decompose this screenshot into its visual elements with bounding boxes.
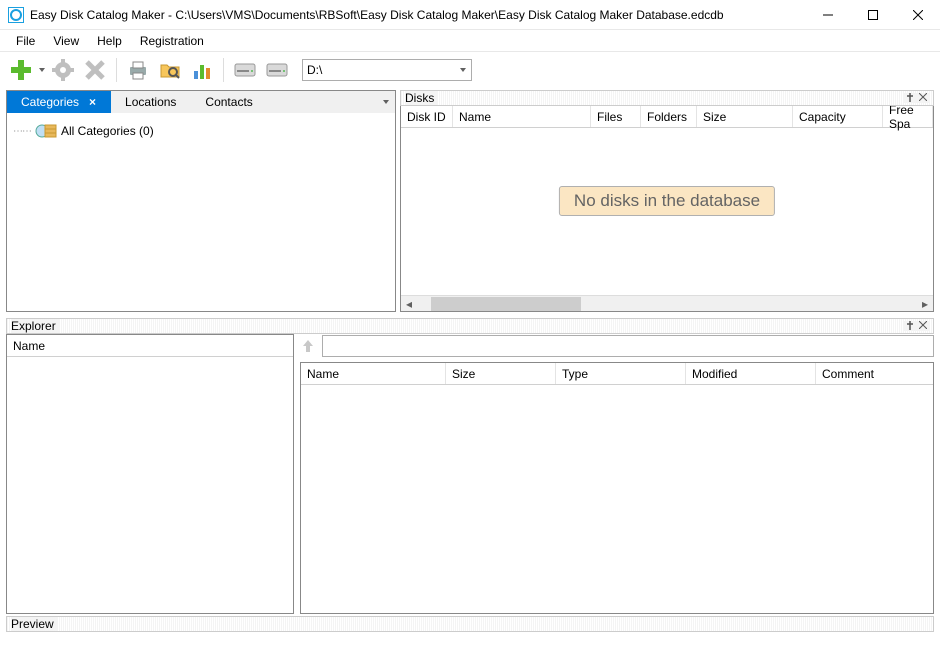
tab-contacts[interactable]: Contacts [191,91,267,113]
path-input[interactable] [322,335,934,357]
printer-icon [127,59,149,81]
no-disks-message: No disks in the database [559,186,775,216]
drive2-button[interactable] [262,55,292,85]
explorer-tree-columns: Name [7,335,293,357]
col-file-modified[interactable]: Modified [686,363,816,384]
bar-chart-icon [191,59,213,81]
arrow-up-icon [302,339,314,353]
tab-categories[interactable]: Categories × [7,91,111,113]
close-pane-icon[interactable] [919,93,927,103]
disks-hscrollbar[interactable]: ◂ ▸ [401,295,933,311]
plus-icon [9,58,33,82]
drive-select[interactable]: D:\ [302,59,472,81]
menu-registration[interactable]: Registration [132,32,212,50]
scroll-right-icon[interactable]: ▸ [917,296,933,312]
delete-button[interactable] [80,55,110,85]
window-title: Easy Disk Catalog Maker - C:\Users\VMS\D… [30,8,805,22]
x-icon [84,59,106,81]
settings-button[interactable] [48,55,78,85]
explorer-files-panel: Name Size Type Modified Comment [300,334,934,614]
drive1-button[interactable] [230,55,260,85]
explorer-tree[interactable] [7,357,293,613]
explorer-tree-panel: Name [6,334,294,614]
col-file-comment[interactable]: Comment [816,363,933,384]
tabstrip-overflow[interactable] [377,91,395,113]
menu-file[interactable]: File [8,32,43,50]
drive-icon [234,62,256,78]
stats-button[interactable] [187,55,217,85]
pin-icon[interactable] [905,93,915,103]
gear-icon [52,59,74,81]
explorer-title: Explorer [11,319,60,333]
disks-header: Disks [400,90,934,106]
tab-locations[interactable]: Locations [111,91,191,113]
col-file-name[interactable]: Name [301,363,446,384]
col-capacity[interactable]: Capacity [793,106,883,127]
separator [116,58,117,82]
disks-grid[interactable]: No disks in the database [401,128,933,295]
tree-root-label: All Categories (0) [61,124,154,138]
scroll-thumb[interactable] [431,297,581,311]
pin-icon[interactable] [905,321,915,331]
separator [223,58,224,82]
categories-panel: Categories × Locations Contacts ⋯⋯ All C… [6,90,396,312]
preview-header: Preview [6,616,934,632]
disks-columns: Disk ID Name Files Folders Size Capacity… [401,106,933,128]
tab-categories-label: Categories [21,95,79,109]
tab-contacts-label: Contacts [205,95,252,109]
menu-view[interactable]: View [45,32,87,50]
close-pane-icon[interactable] [919,321,927,331]
scroll-track[interactable] [417,296,917,312]
disks-panel: Disks Disk ID Name Files Folders Size Ca… [400,90,934,312]
explorer-files-columns: Name Size Type Modified Comment [301,363,933,385]
explorer-header: Explorer [6,318,934,334]
tree-toggle-icon: ⋯⋯ [13,126,31,137]
minimize-button[interactable] [805,0,850,30]
close-button[interactable] [895,0,940,30]
maximize-button[interactable] [850,0,895,30]
col-file-size[interactable]: Size [446,363,556,384]
drive-select-value: D:\ [307,63,322,77]
col-name[interactable]: Name [453,106,591,127]
col-tree-name[interactable]: Name [7,335,293,356]
add-button[interactable] [6,55,36,85]
left-tabstrip: Categories × Locations Contacts [7,91,395,113]
menu-bar: File View Help Registration [0,30,940,52]
title-bar: Easy Disk Catalog Maker - C:\Users\VMS\D… [0,0,940,30]
tab-locations-label: Locations [125,95,176,109]
toolbar: D:\ [0,52,940,88]
up-button[interactable] [300,338,316,354]
category-folder-icon [35,122,57,140]
disks-title: Disks [405,91,438,105]
menu-help[interactable]: Help [89,32,130,50]
dropdown-arrow-icon[interactable] [38,58,46,82]
search-folder-icon [159,59,181,81]
col-files[interactable]: Files [591,106,641,127]
explorer-files-grid[interactable] [301,385,933,613]
chevron-down-icon [459,66,467,74]
col-file-type[interactable]: Type [556,363,686,384]
print-button[interactable] [123,55,153,85]
tree-root-item[interactable]: ⋯⋯ All Categories (0) [13,121,389,141]
scroll-left-icon[interactable]: ◂ [401,296,417,312]
col-size[interactable]: Size [697,106,793,127]
col-folders[interactable]: Folders [641,106,697,127]
tab-close-icon[interactable]: × [89,95,96,109]
preview-title: Preview [11,617,58,631]
col-free-space[interactable]: Free Spa [883,106,933,127]
col-disk-id[interactable]: Disk ID [401,106,453,127]
drive-icon [266,62,288,78]
search-button[interactable] [155,55,185,85]
categories-tree[interactable]: ⋯⋯ All Categories (0) [7,113,395,311]
app-icon [8,7,24,23]
